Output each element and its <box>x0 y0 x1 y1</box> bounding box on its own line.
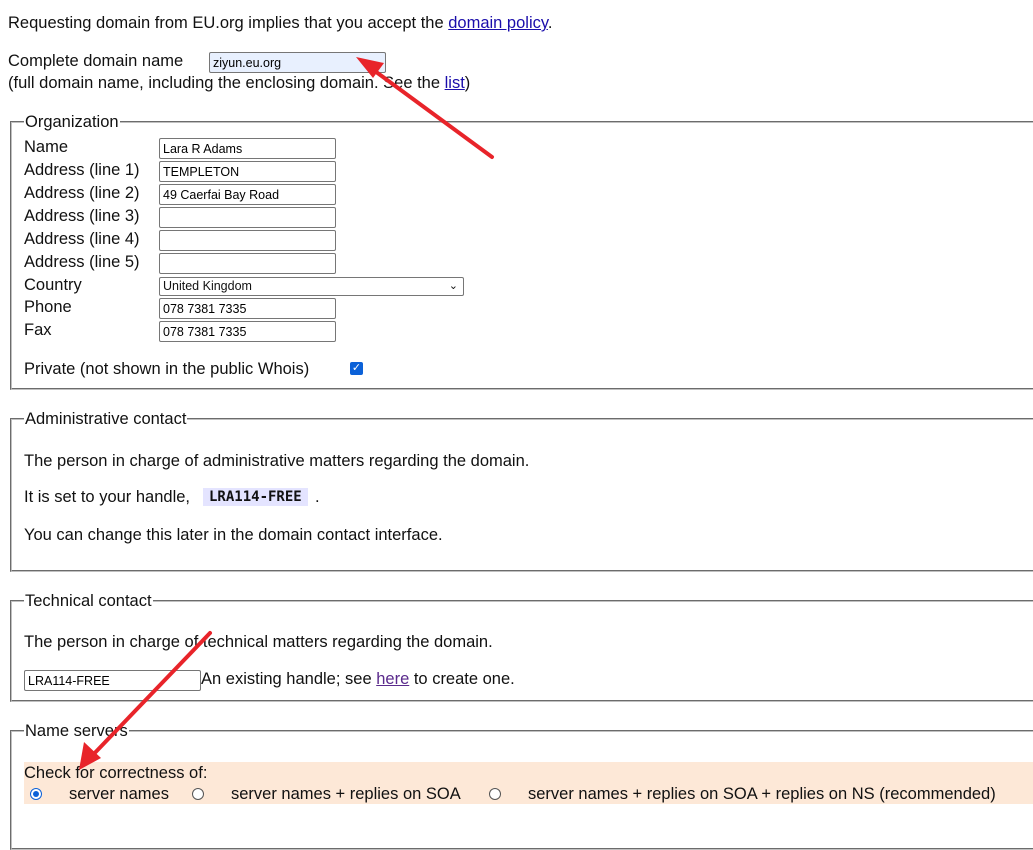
domain-name-label: Complete domain name <box>8 52 184 70</box>
radio-replies-soa-ns-label: server names + replies on SOA + replies … <box>528 785 996 803</box>
fax-input[interactable] <box>159 321 336 342</box>
country-label: Country <box>24 276 82 294</box>
chevron-down-icon: ⌄ <box>448 280 458 292</box>
private-checkbox[interactable]: ✓ <box>350 362 363 375</box>
address-line2-label: Address (line 2) <box>24 184 140 202</box>
radio-server-names-label: server names <box>69 785 169 803</box>
phone-label: Phone <box>24 298 72 316</box>
admin-handle-suffix: . <box>315 488 320 506</box>
tech-contact-legend: Technical contact <box>24 591 153 611</box>
address-line4-input[interactable] <box>159 230 336 251</box>
domain-help: (full domain name, including the enclosi… <box>8 74 471 92</box>
private-label: Private (not shown in the public Whois) <box>24 360 310 378</box>
admin-description: The person in charge of administrative m… <box>24 452 530 470</box>
address-line2-input[interactable] <box>159 184 336 205</box>
domain-policy-link[interactable]: domain policy <box>448 14 548 32</box>
name-servers-legend: Name servers <box>24 721 129 741</box>
org-name-input[interactable] <box>159 138 336 159</box>
address-line5-input[interactable] <box>159 253 336 274</box>
address-line1-input[interactable] <box>159 161 336 182</box>
phone-input[interactable] <box>159 298 336 319</box>
address-line3-label: Address (line 3) <box>24 207 140 225</box>
tech-handle-hint: An existing handle; see here to create o… <box>201 670 515 688</box>
radio-replies-soa-label: server names + replies on SOA <box>231 785 461 803</box>
address-line5-label: Address (line 5) <box>24 253 140 271</box>
address-line1-label: Address (line 1) <box>24 161 140 179</box>
address-line4-label: Address (line 4) <box>24 230 140 248</box>
domain-name-input[interactable] <box>209 52 386 73</box>
tech-handle-input[interactable] <box>24 670 201 691</box>
admin-handle-badge: LRA114-FREE <box>203 488 308 506</box>
country-selected-value: United Kingdom <box>163 279 252 293</box>
org-name-label: Name <box>24 138 69 156</box>
domain-list-link[interactable]: list <box>445 74 465 92</box>
radio-server-names[interactable] <box>30 788 42 800</box>
policy-text: Requesting domain from EU.org implies th… <box>8 14 444 32</box>
radio-replies-soa-ns[interactable] <box>489 788 501 800</box>
policy-notice: Requesting domain from EU.org implies th… <box>8 14 553 32</box>
create-handle-link[interactable]: here <box>376 670 409 688</box>
check-label: Check for correctness of: <box>24 764 208 782</box>
organization-legend: Organization <box>24 112 120 132</box>
admin-contact-legend: Administrative contact <box>24 409 188 429</box>
tech-description: The person in charge of technical matter… <box>24 633 493 651</box>
radio-replies-soa[interactable] <box>192 788 204 800</box>
address-line3-input[interactable] <box>159 207 336 228</box>
country-select[interactable]: United Kingdom ⌄ <box>159 277 464 296</box>
admin-note: You can change this later in the domain … <box>24 526 443 544</box>
checkmark-icon: ✓ <box>351 362 362 374</box>
fax-label: Fax <box>24 321 52 339</box>
admin-handle-line: It is set to your handle, <box>24 488 191 506</box>
